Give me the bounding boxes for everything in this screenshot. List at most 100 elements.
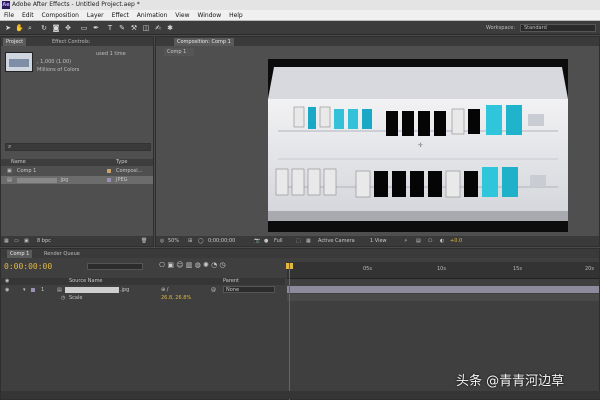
tab-render-queue[interactable]: Render Queue [41, 250, 83, 258]
mask-visibility-icon[interactable]: ◯ [198, 236, 204, 246]
parent-pickwhip-icon[interactable]: @ [211, 286, 216, 294]
reset-exposure-icon[interactable]: ◐ [440, 236, 444, 246]
layer-switches[interactable]: ⊕ / [161, 286, 168, 294]
window-title: Adobe After Effects - Untitled Project.a… [12, 1, 140, 8]
project-item-comp[interactable]: ▣ Comp 1 Composi... [1, 167, 153, 175]
view-layout-select[interactable]: 1 View [370, 236, 387, 246]
exposure-value[interactable]: +0.0 [450, 236, 462, 246]
bpc-label[interactable]: 8 bpc [37, 236, 51, 246]
zoom-select[interactable]: 50% [168, 236, 179, 246]
clone-stamp-tool-icon[interactable]: ⚒ [130, 24, 138, 32]
text-tool-icon[interactable]: T [106, 24, 114, 32]
current-time-display[interactable]: 0;00;00;00 [208, 236, 235, 246]
selection-tool-icon[interactable]: ➤ [4, 24, 12, 32]
comp-icon: ▣ [7, 168, 12, 174]
ruler-mark-15s: 15s [513, 266, 522, 272]
region-of-interest-icon[interactable]: ⬚ [296, 236, 301, 246]
project-item-jpg[interactable]: ▤ .jpg JPEG [1, 176, 153, 184]
project-search-input[interactable]: ⌕ [5, 143, 151, 151]
comp-mini-flowchart-icon[interactable]: ⎔ [159, 261, 165, 269]
tab-project[interactable]: Project [3, 38, 27, 46]
tab-comp-1[interactable]: Comp 1 [7, 250, 33, 258]
item-name: .jpg [59, 177, 69, 183]
menu-edit[interactable]: Edit [22, 12, 34, 19]
composition-viewer[interactable]: ✛ [268, 59, 568, 232]
pen-tool-icon[interactable]: ✒ [92, 24, 100, 32]
current-time-indicator[interactable] [289, 263, 290, 400]
menu-file[interactable]: File [4, 12, 14, 19]
visibility-eye-icon[interactable]: ◉ [5, 286, 9, 294]
show-channel-icon[interactable]: ● [264, 236, 268, 246]
pan-behind-tool-icon[interactable]: ✥ [64, 24, 72, 32]
shy-layers-icon[interactable]: ☺ [176, 261, 183, 269]
flowchart-icon[interactable]: ⎔ [428, 236, 432, 246]
hand-tool-icon[interactable]: ✋ [15, 24, 24, 32]
menu-composition[interactable]: Composition [42, 12, 79, 19]
layer-label-color[interactable] [31, 288, 35, 292]
tab-effect-controls[interactable]: Effect Controls: [49, 38, 93, 46]
tab-composition[interactable]: Composition: Comp 1 [174, 38, 234, 46]
composition-tab-row: Composition: Comp 1 [156, 37, 599, 46]
menu-view[interactable]: View [175, 12, 189, 19]
always-preview-icon[interactable]: ◎ [160, 236, 164, 246]
column-source-name[interactable]: Source Name [69, 278, 103, 285]
layer-row[interactable]: ◉ ▾ 1 ▤ .jpg ⊕ / @ None [1, 286, 285, 294]
property-name: Scale [69, 295, 83, 301]
frame-blending-icon[interactable]: ▥ [186, 261, 193, 269]
camera-tool-icon[interactable]: ◙ [52, 24, 60, 32]
zoom-tool-icon[interactable]: ⌕ [26, 24, 34, 32]
time-ruler[interactable]: 05s 10s 15s 20s [287, 262, 599, 279]
timeline-icon[interactable]: ▤ [416, 236, 421, 246]
rotate-tool-icon[interactable]: ↻ [40, 24, 48, 32]
column-parent[interactable]: Parent [223, 278, 239, 285]
image-file-icon: ▤ [7, 177, 12, 183]
timeline-timecode[interactable]: 0:00:00:00 [4, 262, 52, 271]
trash-icon[interactable]: 🗑 [141, 236, 147, 246]
workspace-select[interactable]: Standard [520, 24, 596, 32]
auto-keyframe-icon[interactable]: ◷ [219, 261, 225, 269]
tools-toolbar: ➤ ✋ ⌕ ↻ ◙ ✥ ▭ ✒ T ✎ ⚒ ◫ ✍ ✱ Workspace: S… [0, 21, 600, 35]
rectangle-tool-icon[interactable]: ▭ [80, 24, 88, 32]
comp-breadcrumb[interactable]: Comp 1 [164, 48, 194, 56]
column-type[interactable]: Type [116, 159, 127, 166]
title-bar: Ae Adobe After Effects - Untitled Projec… [0, 0, 600, 10]
label-color [107, 169, 111, 173]
menu-effect[interactable]: Effect [112, 12, 129, 19]
brainstorm-icon[interactable]: ✺ [203, 261, 209, 269]
property-value[interactable]: 26.8, 26.8% [161, 294, 191, 302]
grid-icon[interactable]: ⊞ [188, 236, 192, 246]
roto-brush-tool-icon[interactable]: ✍ [154, 24, 162, 32]
draft-3d-icon[interactable]: ▣ [167, 261, 174, 269]
transparency-grid-icon[interactable]: ▦ [306, 236, 311, 246]
column-name[interactable]: Name [11, 159, 26, 166]
property-row[interactable]: ◷ Scale 26.8, 26.8% [1, 294, 285, 302]
menu-animation[interactable]: Animation [137, 12, 168, 19]
menu-window[interactable]: Window [197, 12, 221, 19]
expand-twirl-icon[interactable]: ▾ [23, 286, 26, 294]
new-folder-icon[interactable]: ▭ [14, 236, 19, 246]
puppet-tool-icon[interactable]: ✱ [166, 24, 174, 32]
menu-help[interactable]: Help [229, 12, 243, 19]
brush-tool-icon[interactable]: ✎ [118, 24, 126, 32]
fast-preview-icon[interactable]: ⚡ [404, 236, 408, 246]
property-track [287, 294, 599, 301]
eraser-tool-icon[interactable]: ◫ [142, 24, 150, 32]
ruler-mark-20s: 20s [585, 266, 594, 272]
timeline-search-input[interactable] [87, 263, 143, 270]
timeline-column-header: ◉ Source Name Parent [1, 278, 285, 285]
menu-layer[interactable]: Layer [87, 12, 104, 19]
svg-text:✛: ✛ [418, 142, 423, 149]
snapshot-icon[interactable]: 📷 [254, 236, 260, 246]
resolution-select[interactable]: Full [274, 236, 283, 246]
parent-select[interactable]: None [223, 286, 275, 293]
project-panel: Project Effect Controls: used 1 time , 1… [0, 36, 154, 247]
motion-blur-icon[interactable]: ◍ [195, 261, 201, 269]
interpret-footage-icon[interactable]: ▦ [4, 236, 9, 246]
stopwatch-icon[interactable]: ◷ [61, 294, 65, 302]
graph-editor-icon[interactable]: ◔ [211, 261, 217, 269]
layer-duration-bar[interactable] [287, 286, 599, 293]
redacted-layer-name [65, 287, 119, 293]
camera-view-select[interactable]: Active Camera [318, 236, 355, 246]
project-column-header: Name Type [1, 159, 153, 166]
new-comp-icon[interactable]: ▣ [24, 236, 29, 246]
